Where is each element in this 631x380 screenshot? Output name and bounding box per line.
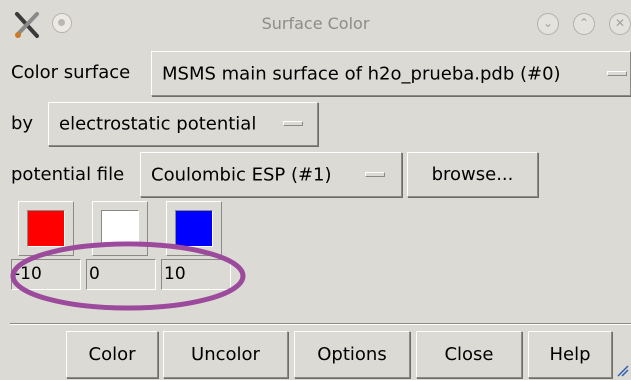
color-fill-high bbox=[175, 210, 213, 247]
potential-file-label: potential file bbox=[11, 164, 125, 185]
options-button[interactable]: Options bbox=[294, 331, 410, 378]
close-button-label: Close bbox=[444, 344, 494, 365]
title-bar: Surface Color ⌄ ⌃ ✕ bbox=[0, 0, 631, 52]
option-menu-indicator-icon bbox=[607, 70, 627, 76]
options-button-label: Options bbox=[317, 344, 387, 365]
close-button[interactable]: Close bbox=[416, 331, 522, 378]
help-button-label: Help bbox=[549, 344, 591, 365]
by-label: by bbox=[11, 113, 34, 134]
potential-file-menu-value: Coulombic ESP (#1) bbox=[151, 164, 332, 185]
close-icon[interactable]: ✕ bbox=[609, 13, 631, 35]
color-swatch-high[interactable] bbox=[166, 201, 222, 256]
color-surface-label: Color surface bbox=[11, 62, 131, 83]
color-button[interactable]: Color bbox=[66, 331, 158, 378]
color-swatch-low[interactable] bbox=[18, 201, 74, 256]
uncolor-button[interactable]: Uncolor bbox=[163, 331, 288, 378]
value-entry-high[interactable]: 10 bbox=[161, 259, 231, 290]
resize-grip-icon[interactable] bbox=[617, 365, 629, 377]
color-by-menu-value: electrostatic potential bbox=[59, 113, 257, 135]
color-by-menu-button[interactable]: electrostatic potential bbox=[48, 102, 318, 146]
value-entry-mid[interactable]: 0 bbox=[86, 259, 156, 290]
color-swatch-mid[interactable] bbox=[92, 201, 148, 256]
color-fill-low bbox=[27, 210, 65, 247]
option-menu-indicator-icon bbox=[365, 171, 385, 177]
color-fill-mid bbox=[101, 210, 139, 247]
separator bbox=[10, 323, 631, 325]
minimize-icon[interactable]: ⌄ bbox=[537, 13, 559, 35]
potential-file-menu-button[interactable]: Coulombic ESP (#1) bbox=[140, 152, 402, 197]
surface-menu-button[interactable]: MSMS main surface of h2o_prueba.pdb (#0) bbox=[151, 51, 631, 96]
color-button-label: Color bbox=[88, 344, 136, 365]
surface-menu-value: MSMS main surface of h2o_prueba.pdb (#0) bbox=[162, 63, 561, 84]
help-button[interactable]: Help bbox=[528, 331, 612, 378]
value-entry-low[interactable]: -10 bbox=[11, 259, 81, 290]
maximize-icon[interactable]: ⌃ bbox=[573, 13, 595, 35]
option-menu-indicator-icon bbox=[283, 121, 303, 126]
browse-button[interactable]: browse... bbox=[407, 152, 538, 197]
uncolor-button-label: Uncolor bbox=[191, 344, 260, 365]
browse-button-label: browse... bbox=[431, 164, 514, 185]
